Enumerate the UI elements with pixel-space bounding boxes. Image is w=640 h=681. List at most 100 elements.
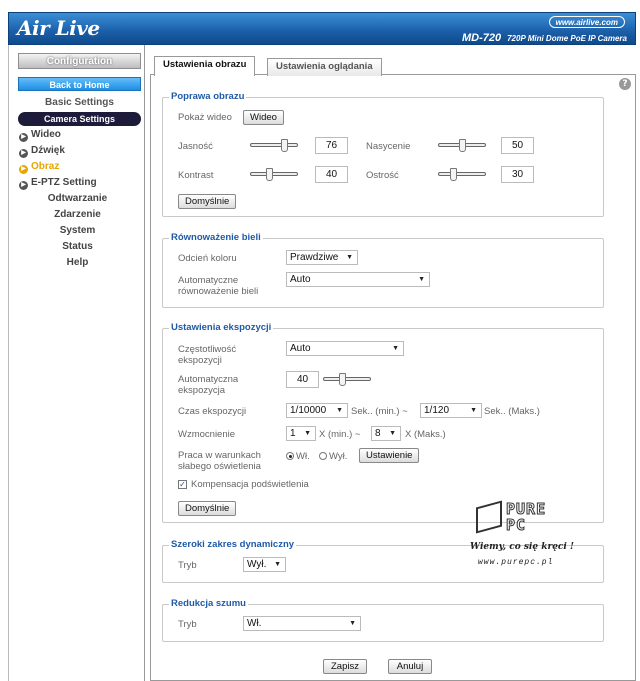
saturation-slider[interactable] [438, 139, 486, 153]
contrast-slider[interactable] [250, 168, 298, 182]
header-bar: Air Live www.airlive.com MD-720 720P Mini… [8, 12, 636, 45]
play-bullet-icon: ▶ [19, 181, 28, 190]
select-value: 1/120 [424, 405, 450, 416]
dropdown-arrow-icon: ▼ [346, 254, 353, 261]
sidebar-item-label: Dźwięk [31, 145, 65, 156]
sidebar-item-eptz[interactable]: ▶ E-PTZ Setting [19, 176, 97, 190]
tab-view-settings[interactable]: Ustawienia oglądania [267, 58, 382, 76]
sidebar-item-label: Obraz [31, 161, 60, 172]
select-value: Wył. [247, 559, 267, 570]
brightness-label: Jasność [178, 141, 213, 152]
tab-bar: Ustawienia obrazu Ustawienia oglądania [150, 53, 636, 76]
color-tone-select[interactable]: Prawdziwe ▼ [286, 250, 358, 265]
sharpness-label: Ostrość [366, 170, 399, 181]
dropdown-arrow-icon: ▼ [392, 345, 399, 352]
auto-exposure-label: Automatyczna ekspozycja [178, 374, 239, 396]
group-title: Ustawienia ekspozycji [169, 322, 274, 333]
play-bullet-icon: ▶ [19, 149, 28, 158]
image-default-button[interactable]: Domyślnie [178, 194, 237, 209]
tab-image-settings[interactable]: Ustawienia obrazu [154, 56, 256, 76]
brightness-slider[interactable] [250, 139, 298, 153]
sidebar-item-dzwiek[interactable]: ▶ Dźwięk [19, 144, 65, 158]
dropdown-arrow-icon: ▼ [470, 407, 477, 414]
slider-thumb[interactable] [459, 139, 466, 152]
cube-logo-icon [476, 500, 502, 534]
exposure-min-suffix: Sek.. (min.) ~ [351, 406, 408, 417]
select-value: Prawdziwe [290, 252, 339, 263]
cancel-button[interactable]: Anuluj [388, 659, 432, 674]
exposure-default-button[interactable]: Domyślnie [178, 501, 237, 516]
watermark-brand-top: PURE [505, 500, 547, 518]
dropdown-arrow-icon: ▼ [304, 430, 311, 437]
back-to-home-button[interactable]: Back to Home [18, 77, 141, 91]
slider-thumb[interactable] [266, 168, 273, 181]
auto-exposure-slider[interactable] [323, 373, 371, 387]
exposure-frequency-select[interactable]: Auto ▼ [286, 341, 404, 356]
gain-label: Wzmocnienie [178, 429, 236, 440]
noise-mode-select[interactable]: Wł. ▼ [243, 616, 361, 631]
dropdown-arrow-icon: ▼ [349, 620, 356, 627]
backlight-label: Kompensacja podświetlenia [191, 479, 309, 490]
slider-thumb[interactable] [339, 373, 346, 386]
sidebar-item-obraz[interactable]: ▶ Obraz [19, 160, 59, 174]
backlight-checkbox[interactable]: ✓ [178, 480, 187, 489]
gain-min-select[interactable]: 1 ▼ [286, 426, 316, 441]
main-content: Ustawienia obrazu Ustawienia oglądania ?… [150, 45, 636, 681]
purepc-watermark: PURE PC Wiemy, co się kręci ! www.purepc… [470, 500, 575, 575]
radio-off-icon[interactable] [319, 452, 327, 460]
select-value: Auto [290, 343, 311, 354]
watermark-tagline: Wiemy, co się kręci ! [470, 542, 574, 552]
contrast-label: Kontrast [178, 170, 214, 181]
help-icon[interactable]: ? [619, 78, 631, 90]
brightness-value[interactable]: 76 [315, 137, 348, 154]
exposure-time-max-select[interactable]: 1/120 ▼ [420, 403, 482, 418]
contrast-value[interactable]: 40 [315, 166, 348, 183]
auto-wb-select[interactable]: Auto ▼ [286, 272, 430, 287]
wdr-mode-select[interactable]: Wył. ▼ [243, 557, 286, 572]
group-title: Poprawa obrazu [169, 91, 247, 102]
dropdown-arrow-icon: ▼ [418, 276, 425, 283]
select-value: Auto [290, 274, 311, 285]
image-improve-group: Poprawa obrazu Pokaż wideo Wideo Jasność… [162, 91, 604, 217]
sidebar-item-status[interactable]: Status [9, 240, 146, 254]
select-value: 8 [375, 428, 381, 439]
sidebar-item-wideo[interactable]: ▶ Wideo [19, 128, 61, 142]
save-button[interactable]: Zapisz [323, 659, 367, 674]
play-bullet-icon: ▶ [19, 133, 28, 142]
sharpness-slider[interactable] [438, 168, 486, 182]
saturation-value[interactable]: 50 [501, 137, 534, 154]
sidebar-item-odtwarzanie[interactable]: Odtwarzanie [9, 192, 146, 206]
low-light-on-radio[interactable]: Wł. [286, 451, 310, 462]
sidebar-item-help[interactable]: Help [9, 256, 146, 270]
model-name: MD-720 [461, 32, 502, 44]
radio-on-icon[interactable] [286, 452, 294, 460]
low-light-settings-button[interactable]: Ustawienie [359, 448, 420, 463]
exposure-time-min-select[interactable]: 1/10000 ▼ [286, 403, 348, 418]
camera-settings-link[interactable]: Camera Settings [18, 112, 141, 126]
gain-min-suffix: X (min.) ~ [319, 429, 361, 440]
dropdown-arrow-icon: ▼ [336, 407, 343, 414]
auto-exposure-value[interactable]: 40 [286, 371, 319, 388]
auto-wb-label: Automatyczne równoważenie bieli [178, 275, 259, 297]
sharpness-value[interactable]: 30 [501, 166, 534, 183]
play-bullet-icon: ▶ [19, 165, 28, 174]
color-tone-label: Odcień koloru [178, 253, 237, 264]
noise-reduction-group: Redukcja szumu Tryb Wł. ▼ [162, 598, 604, 642]
model-title: MD-720 720P Mini Dome PoE IP Camera [462, 32, 627, 44]
gain-max-select[interactable]: 8 ▼ [371, 426, 401, 441]
exposure-frequency-label: Częstotliwość ekspozycji [178, 344, 237, 366]
low-light-off-radio[interactable]: Wył. [319, 451, 347, 462]
logo-text: Air Live [17, 16, 100, 40]
slider-thumb[interactable] [281, 139, 288, 152]
saturation-label: Nasycenie [366, 141, 411, 152]
exposure-max-suffix: Sek.. (Maks.) [484, 406, 540, 417]
slider-thumb[interactable] [450, 168, 457, 181]
video-button[interactable]: Wideo [243, 110, 284, 125]
exposure-group: Ustawienia ekspozycji Częstotliwość ekspo… [162, 322, 604, 523]
url-badge[interactable]: www.airlive.com [548, 16, 625, 28]
sidebar-item-zdarzenie[interactable]: Zdarzenie [9, 208, 146, 222]
group-title: Redukcja szumu [169, 598, 248, 609]
sidebar-item-system[interactable]: System [9, 224, 146, 238]
basic-settings-link[interactable]: Basic Settings [18, 96, 141, 110]
group-title: Szeroki zakres dynamiczny [169, 539, 297, 550]
